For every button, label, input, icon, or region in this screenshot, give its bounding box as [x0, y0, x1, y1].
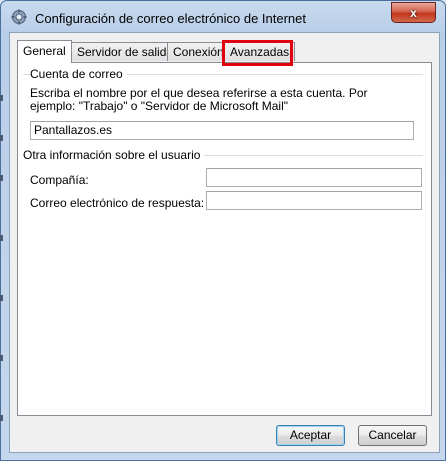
tab-servidor-label: Servidor de salida — [77, 45, 174, 59]
close-icon: x — [410, 5, 417, 20]
reply-email-input[interactable] — [206, 191, 422, 210]
tab-servidor-de-salida[interactable]: Servidor de salida — [71, 42, 180, 61]
cancel-label: Cancelar — [368, 428, 417, 442]
cancel-button[interactable]: Cancelar — [358, 425, 427, 446]
dialog-client-area: General Servidor de salida Conexión Avan… — [9, 32, 440, 453]
avanzadas-highlight-box — [222, 40, 293, 66]
company-label: Compañía: — [30, 173, 89, 187]
dialog-window: Configuración de correo electrónico de I… — [0, 0, 446, 461]
tab-panel-general: Cuenta de correo Escriba el nombre por e… — [17, 62, 432, 416]
envelope-gear-icon — [11, 9, 27, 25]
account-description: Escriba el nombre por el que desea refer… — [30, 86, 368, 113]
tab-general[interactable]: General — [17, 40, 72, 63]
tab-conexion[interactable]: Conexión — [167, 42, 230, 61]
background-window-edge — [0, 95, 4, 425]
title-bar[interactable]: Configuración de correo electrónico de I… — [1, 1, 445, 35]
close-button[interactable]: x — [391, 2, 436, 23]
accept-button[interactable]: Aceptar — [276, 425, 345, 446]
account-name-value: Pantallazos.es — [34, 123, 113, 137]
group-label-user: Otra información sobre el usuario — [23, 148, 205, 162]
tab-general-label: General — [23, 44, 66, 58]
accept-label: Aceptar — [289, 428, 332, 442]
company-input[interactable] — [206, 168, 422, 187]
window-title: Configuración de correo electrónico de I… — [35, 11, 306, 26]
tab-conexion-label: Conexión — [173, 45, 224, 59]
group-label-account: Cuenta de correo — [30, 67, 127, 81]
account-name-input[interactable]: Pantallazos.es — [30, 121, 414, 140]
reply-email-label: Correo electrónico de respuesta: — [30, 196, 205, 210]
